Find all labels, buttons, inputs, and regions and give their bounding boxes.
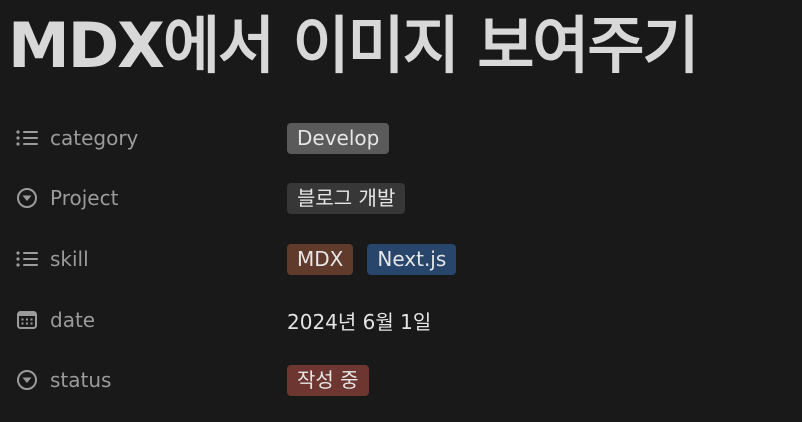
- page: MDX에서 이미지 보여주기 category Develop Project …: [0, 0, 802, 422]
- property-key-project[interactable]: Project: [14, 178, 118, 218]
- category-tag[interactable]: Develop: [287, 122, 390, 154]
- property-value-skill[interactable]: MDX Next.js: [287, 239, 470, 279]
- property-label: category: [50, 126, 139, 150]
- property-label: status: [50, 368, 112, 392]
- list-icon: [14, 246, 40, 272]
- select-circle-icon: [14, 185, 40, 211]
- property-label: date: [50, 308, 96, 332]
- property-value-category[interactable]: Develop: [287, 118, 403, 158]
- calendar-icon: [14, 307, 40, 333]
- property-row-status: status 작성 중: [0, 360, 802, 400]
- property-value-date[interactable]: 2024년 6월 1일: [287, 300, 431, 340]
- page-title[interactable]: MDX에서 이미지 보여주기: [8, 6, 699, 86]
- property-row-date: date 2024년 6월 1일: [0, 300, 802, 340]
- property-value-project[interactable]: 블로그 개발: [287, 178, 419, 218]
- property-key-category[interactable]: category: [14, 118, 138, 158]
- property-row-project: Project 블로그 개발: [0, 178, 802, 218]
- project-tag[interactable]: 블로그 개발: [287, 182, 406, 214]
- select-circle-icon: [14, 367, 40, 393]
- property-label: Project: [50, 186, 119, 210]
- list-icon: [14, 125, 40, 151]
- date-value: 2024년 6월 1일: [287, 309, 432, 334]
- property-key-date[interactable]: date: [14, 300, 95, 340]
- property-row-skill: skill MDX Next.js: [0, 239, 802, 279]
- property-key-skill[interactable]: skill: [14, 239, 89, 279]
- skill-tag-mdx[interactable]: MDX: [287, 243, 354, 275]
- property-label: skill: [50, 247, 89, 271]
- skill-tag-nextjs[interactable]: Next.js: [367, 243, 457, 275]
- property-row-category: category Develop: [0, 118, 802, 158]
- property-key-status[interactable]: status: [14, 360, 111, 400]
- status-tag[interactable]: 작성 중: [287, 364, 369, 396]
- property-value-status[interactable]: 작성 중: [287, 360, 383, 400]
